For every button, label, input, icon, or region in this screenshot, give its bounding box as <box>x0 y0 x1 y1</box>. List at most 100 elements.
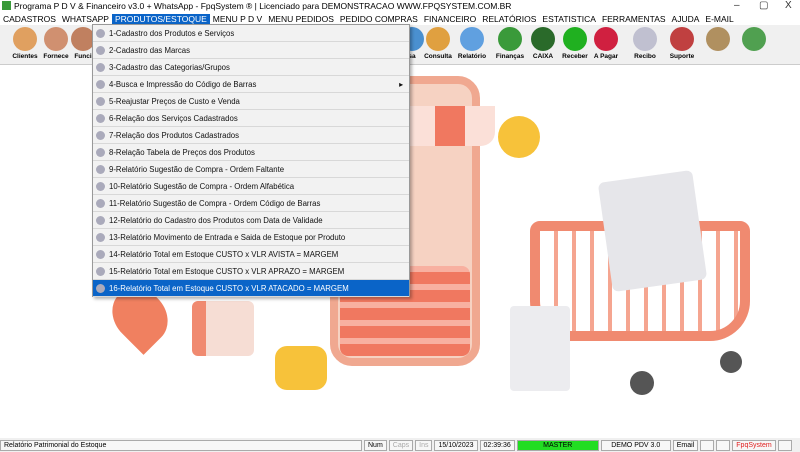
toolbar-button-label: Consulta <box>424 53 452 60</box>
toolbar-button-a-pagar[interactable]: A Pagar <box>589 27 623 60</box>
toolbar-button-relat-rio[interactable]: Relatório <box>455 27 489 60</box>
window-title: Programa P D V & Financeiro v3.0 + Whats… <box>14 1 512 11</box>
toolbar-button-label: Recibo <box>634 53 656 60</box>
dropdown-item-8[interactable]: 8-Relação Tabela de Preços dos Produtos <box>93 144 409 161</box>
toolbar-button-label: CAIXA <box>532 53 554 60</box>
menu-estatistica[interactable]: ESTATISTICA <box>539 14 599 24</box>
dropdown-item-11[interactable]: 11-Relatório Sugestão de Compra - Ordem … <box>93 195 409 212</box>
dropdown-item-label: 11-Relatório Sugestão de Compra - Ordem … <box>109 198 321 208</box>
toolbar-button-suporte[interactable]: Suporte <box>665 27 699 60</box>
dropdown-item-3[interactable]: 3-Cadastro das Categorias/Grupos <box>93 59 409 76</box>
toolbar-button-clientes[interactable]: Clientes <box>8 27 42 60</box>
status-bar: Relatório Patrimonial do Estoque Num Cap… <box>0 438 800 452</box>
dropdown-item-16[interactable]: 16-Relatório Total em Estoque CUSTO x VL… <box>93 280 409 297</box>
title-bar: Programa P D V & Financeiro v3.0 + Whats… <box>0 0 800 12</box>
finan-as-icon <box>498 27 522 51</box>
dropdown-item-9[interactable]: 9-Relatório Sugestão de Compra - Ordem F… <box>93 161 409 178</box>
printer-icon[interactable] <box>700 439 715 451</box>
menu-menu-p-d-v[interactable]: MENU P D V <box>210 14 265 24</box>
toolbar-button-label: Relatório <box>457 53 487 60</box>
produtos-estoque-dropdown: 1-Cadastro dos Produtos e Serviços 2-Cada… <box>92 24 410 297</box>
a-pagar-icon <box>594 27 618 51</box>
dropdown-item-6[interactable]: 6-Relação dos Serviços Cadastrados <box>93 110 409 127</box>
toolbar-button-consulta[interactable]: Consulta <box>421 27 455 60</box>
dropdown-item-label: 7-Relação dos Produtos Cadastrados <box>109 130 240 140</box>
dropdown-item-14[interactable]: 14-Relatório Total em Estoque CUSTO x VL… <box>93 246 409 263</box>
dropdown-item-2[interactable]: 2-Cadastro das Marcas <box>93 42 409 59</box>
heart-bubble-icon <box>275 346 327 390</box>
menu-whatsapp[interactable]: WHATSAPP <box>59 14 112 24</box>
menu-item-icon <box>96 182 105 191</box>
dropdown-item-12[interactable]: 12-Relatório do Cadastro dos Produtos co… <box>93 212 409 229</box>
toolbar-button-label: Receber <box>562 53 588 60</box>
status-brand: FpqSystem <box>732 439 776 451</box>
toolbar-button-caixa[interactable]: CAIXA <box>526 27 560 60</box>
dropdown-item-label: 13-Relatório Movimento de Entrada e Said… <box>109 232 346 242</box>
maximize-button[interactable]: ▢ <box>759 0 768 11</box>
menu-produtos-estoque[interactable]: PRODUTOS/ESTOQUE <box>111 13 210 24</box>
toolbar-button-finan-as[interactable]: Finanças <box>493 27 527 60</box>
dropdown-item-7[interactable]: 7-Relação dos Produtos Cadastrados <box>93 127 409 144</box>
dropdown-item-label: 15-Relatório Total em Estoque CUSTO x VL… <box>109 266 345 276</box>
thumbs-up-icon <box>498 116 540 158</box>
toolbar-button-label: Suporte <box>669 53 695 60</box>
dropdown-item-10[interactable]: 10-Relatório Sugestão de Compra - Ordem … <box>93 178 409 195</box>
menu-relat-rios[interactable]: RELATÓRIOS <box>479 14 539 24</box>
dropdown-item-label: 8-Relação Tabela de Preços dos Produtos <box>109 147 255 157</box>
status-message: Relatório Patrimonial do Estoque <box>0 439 362 451</box>
menu-item-icon <box>96 216 105 225</box>
toolbar-button-label: Clientes <box>12 53 38 60</box>
status-user: MASTER <box>516 439 599 451</box>
tool-icon <box>706 27 730 51</box>
num-lock-indicator: Num <box>364 439 387 451</box>
toolbar-button-item13[interactable] <box>737 27 771 53</box>
menu-item-icon <box>96 233 105 242</box>
dropdown-item-label: 6-Relação dos Serviços Cadastrados <box>109 113 238 123</box>
menu-menu-pedidos[interactable]: MENU PEDIDOS <box>265 14 337 24</box>
dropdown-item-label: 5-Reajustar Preços de Custo e Venda <box>109 96 240 106</box>
dropdown-item-13[interactable]: 13-Relatório Movimento de Entrada e Said… <box>93 229 409 246</box>
menu-ferramentas[interactable]: FERRAMENTAS <box>599 14 669 24</box>
shopping-bag-illustration <box>597 169 708 293</box>
status-time: 02:39:36 <box>479 439 515 451</box>
minimize-button[interactable]: – <box>734 0 740 11</box>
toolbar-button-recibo[interactable]: Recibo <box>628 27 662 60</box>
dropdown-item-label: 9-Relatório Sugestão de Compra - Ordem F… <box>109 164 285 174</box>
toolbar-button-label: Finanças <box>495 53 525 60</box>
dropdown-item-label: 4-Busca e Impressão do Código de Barras <box>109 79 257 89</box>
recibo-icon <box>633 27 657 51</box>
monitor-icon[interactable] <box>716 439 731 451</box>
status-email[interactable]: Email <box>672 439 699 451</box>
dropdown-item-5[interactable]: 5-Reajustar Preços de Custo e Venda <box>93 93 409 110</box>
menu-item-icon <box>96 148 105 157</box>
caixa-icon <box>531 27 555 51</box>
menu-item-icon <box>96 97 105 106</box>
dropdown-item-1[interactable]: 1-Cadastro dos Produtos e Serviços <box>93 25 409 42</box>
menu-cadastros[interactable]: CADASTROS <box>0 14 59 24</box>
toolbar-button-item12[interactable] <box>701 27 735 53</box>
close-button[interactable]: X <box>785 0 792 11</box>
caps-lock-indicator: Caps <box>388 439 414 451</box>
tool-icon <box>742 27 766 51</box>
dropdown-item-label: 14-Relatório Total em Estoque CUSTO x VL… <box>109 249 339 259</box>
gift-box-illustration <box>192 301 254 356</box>
receber-icon <box>563 27 587 51</box>
dropdown-item-4[interactable]: 4-Busca e Impressão do Código de Barras ▸ <box>93 76 409 93</box>
dropdown-item-label: 12-Relatório do Cadastro dos Produtos co… <box>109 215 323 225</box>
dropdown-item-15[interactable]: 15-Relatório Total em Estoque CUSTO x VL… <box>93 263 409 280</box>
menu-financeiro[interactable]: FINANCEIRO <box>421 14 479 24</box>
menu-e-mail[interactable]: E-MAIL <box>702 14 736 24</box>
menu-ajuda[interactable]: AJUDA <box>669 14 703 24</box>
menu-item-icon <box>96 199 105 208</box>
dropdown-item-label: 16-Relatório Total em Estoque CUSTO x VL… <box>109 283 349 293</box>
menu-pedido-compras[interactable]: PEDIDO COMPRAS <box>337 14 421 24</box>
toolbar-button-receber[interactable]: Receber <box>558 27 592 60</box>
menu-item-icon <box>96 29 105 38</box>
cart-wheel <box>720 351 742 373</box>
insert-indicator: Ins <box>415 439 433 451</box>
menu-item-icon <box>96 131 105 140</box>
menu-item-icon <box>96 284 105 293</box>
status-version: DEMO PDV 3.0 <box>600 439 671 451</box>
menu-item-icon <box>96 250 105 259</box>
app-icon <box>2 1 11 10</box>
